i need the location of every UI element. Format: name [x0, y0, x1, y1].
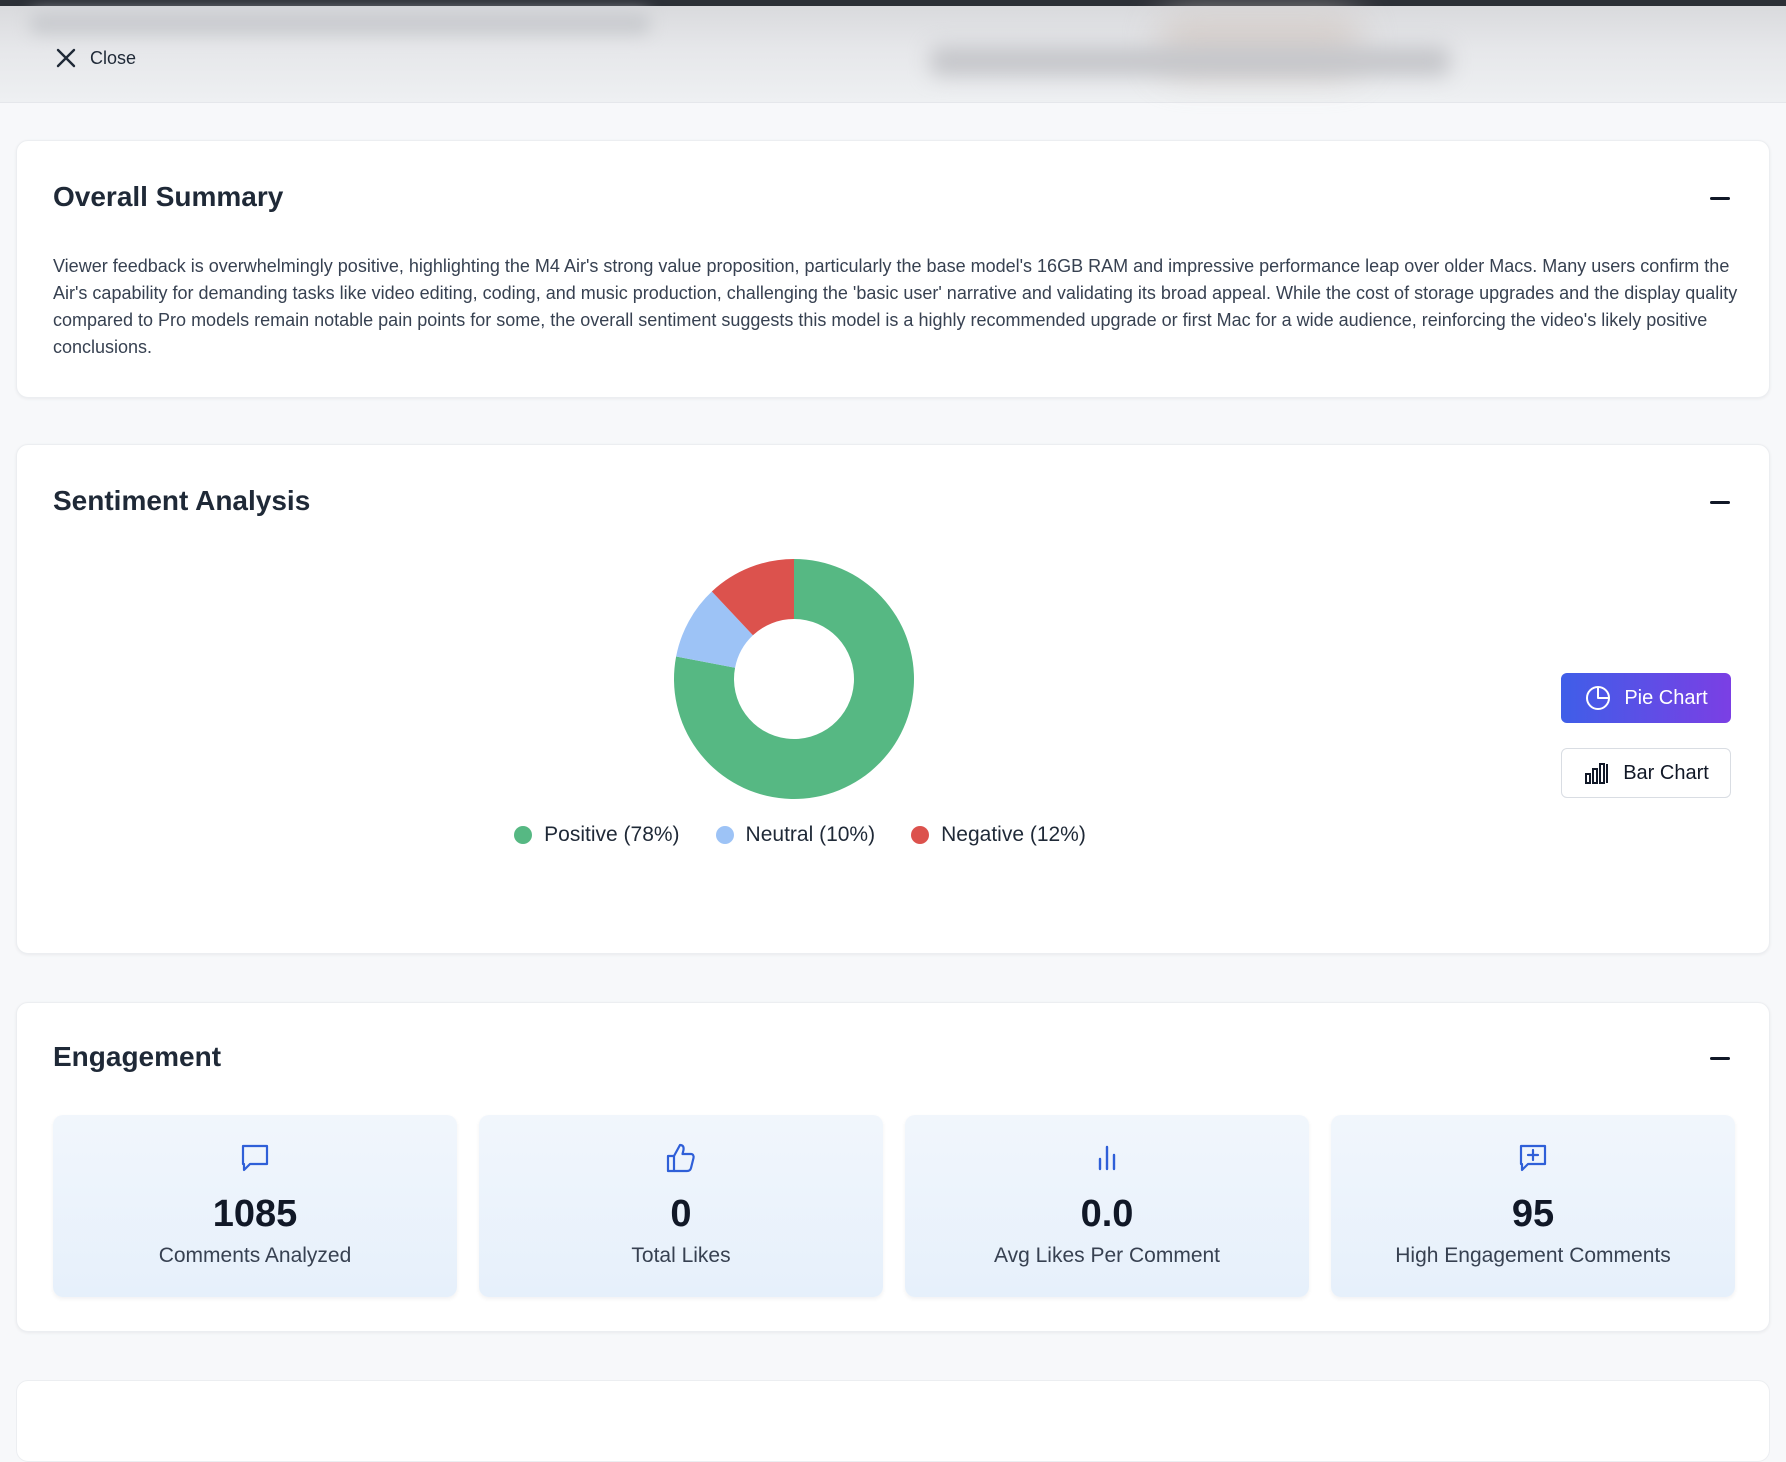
- bar-chart-button[interactable]: Bar Chart: [1561, 748, 1731, 798]
- close-button[interactable]: Close: [54, 46, 136, 70]
- summary-text: Viewer feedback is overwhelmingly positi…: [53, 256, 1738, 357]
- legend-label: Positive (78%): [544, 823, 680, 846]
- stat-value: 1085: [212, 1193, 298, 1235]
- bar-chart-icon: [1098, 1145, 1116, 1171]
- sentiment-donut-chart: [674, 559, 914, 799]
- comment-icon: [241, 1144, 269, 1172]
- legend-item-positive[interactable]: Positive (78%): [514, 823, 680, 847]
- legend-label: Negative (12%): [941, 823, 1086, 846]
- sentiment-card: Sentiment Analysis Positive (78%) Neutra…: [16, 444, 1770, 954]
- stat-tile-likes: 0 Total Likes: [479, 1115, 883, 1297]
- legend-item-negative[interactable]: Negative (12%): [911, 823, 1086, 847]
- summary-card: Overall Summary Viewer feedback is overw…: [16, 140, 1770, 398]
- engagement-title: Engagement: [53, 1041, 222, 1072]
- legend-swatch: [911, 826, 930, 844]
- blurred-background: [30, 12, 650, 34]
- pie-chart-label: Pie Chart: [1624, 686, 1708, 709]
- stat-value: 0.0: [1080, 1193, 1134, 1235]
- legend-item-neutral[interactable]: Neutral (10%): [715, 823, 876, 847]
- stat-label: Total Likes: [631, 1244, 731, 1267]
- engagement-tiles: 1085 Comments Analyzed 0 Total Likes 0.0…: [53, 1115, 1735, 1297]
- legend-swatch: [715, 826, 734, 844]
- pie-chart-icon: [1586, 686, 1611, 710]
- summary-title: Overall Summary: [53, 181, 284, 212]
- bar-chart-label: Bar Chart: [1623, 761, 1709, 784]
- message-plus-icon: [1519, 1144, 1547, 1172]
- stat-label: High Engagement Comments: [1395, 1244, 1671, 1267]
- collapse-summary-button[interactable]: [1709, 187, 1731, 209]
- next-section-card: [16, 1380, 1770, 1462]
- engagement-card: Engagement 1085 Comments Analyzed 0 Tota…: [16, 1002, 1770, 1332]
- sentiment-title: Sentiment Analysis: [53, 485, 311, 516]
- stat-label: Avg Likes Per Comment: [993, 1244, 1221, 1267]
- close-icon: [56, 48, 76, 68]
- collapse-sentiment-button[interactable]: [1709, 491, 1731, 513]
- stat-label: Comments Analyzed: [158, 1244, 352, 1267]
- blurred-background: [930, 46, 1450, 76]
- stat-value: 0: [670, 1193, 692, 1235]
- stat-tile-avg-likes: 0.0 Avg Likes Per Comment: [905, 1115, 1309, 1297]
- stat-tile-high-engagement: 95 High Engagement Comments: [1331, 1115, 1735, 1297]
- collapse-engagement-button[interactable]: [1709, 1047, 1731, 1069]
- stat-value: 95: [1511, 1193, 1555, 1235]
- legend-label: Neutral (10%): [745, 823, 876, 846]
- close-label: Close: [90, 47, 137, 68]
- stat-tile-comments: 1085 Comments Analyzed: [53, 1115, 457, 1297]
- thumbs-up-icon: [666, 1143, 695, 1173]
- bar-chart-icon: [1585, 763, 1609, 784]
- legend-swatch: [514, 826, 533, 844]
- chart-legend: Positive (78%) Neutral (10%) Negative (1…: [0, 823, 1676, 847]
- modal-header: Close: [0, 6, 1786, 103]
- pie-chart-button[interactable]: Pie Chart: [1561, 673, 1731, 723]
